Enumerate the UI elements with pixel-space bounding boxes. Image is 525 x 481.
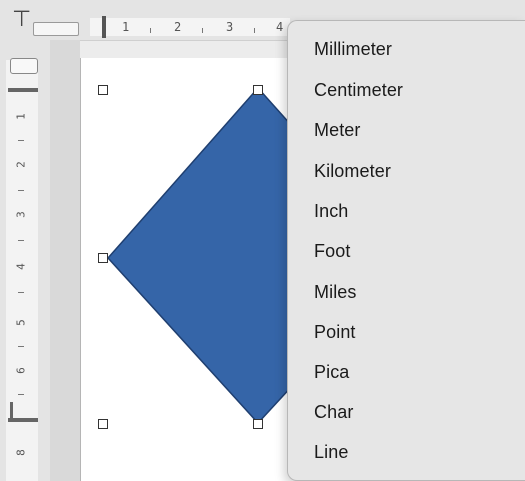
menu-item-line[interactable]: Line: [314, 439, 348, 465]
menu-item-miles[interactable]: Miles: [314, 279, 357, 305]
ruler-tick: [202, 28, 203, 33]
ruler-number: 2: [14, 161, 28, 168]
menu-item-point[interactable]: Point: [314, 319, 356, 345]
menu-item-pica[interactable]: Pica: [314, 359, 349, 385]
ruler-number: 6: [14, 367, 28, 374]
menu-item-foot[interactable]: Foot: [314, 238, 350, 264]
ruler-tick: [18, 190, 24, 191]
ruler-number: 1: [122, 20, 130, 34]
menu-item-char[interactable]: Char: [314, 399, 353, 425]
ruler-tick: [150, 28, 151, 33]
unit-dropdown-menu[interactable]: Millimeter Centimeter Meter Kilometer In…: [287, 20, 525, 481]
tab-stop-icon[interactable]: ⊤: [12, 9, 31, 31]
ruler-number: 3: [226, 20, 234, 34]
ruler-number: 2: [174, 20, 182, 34]
ruler-tick: [18, 346, 24, 347]
resize-handle-middle-left[interactable]: [98, 253, 108, 263]
margin-marker[interactable]: [8, 88, 38, 92]
ruler-tick: [18, 140, 24, 141]
ruler-number: 4: [276, 20, 284, 34]
ruler-tick: [254, 28, 255, 33]
ruler-number: 8: [14, 449, 28, 456]
resize-handle-bottom-center[interactable]: [253, 419, 263, 429]
resize-handle-top-left[interactable]: [98, 85, 108, 95]
indent-marker[interactable]: [33, 22, 79, 36]
ruler-number: 5: [14, 319, 28, 326]
ruler-number: 4: [14, 263, 28, 270]
ruler-number: 3: [14, 211, 28, 218]
ruler-tick: [18, 240, 24, 241]
margin-marker[interactable]: [102, 16, 106, 38]
top-margin-handle[interactable]: [10, 58, 38, 74]
ruler-strip: [90, 18, 290, 36]
ruler-number: 1: [14, 113, 28, 120]
menu-item-centimeter[interactable]: Centimeter: [314, 77, 403, 103]
canvas-background: [50, 40, 80, 481]
ruler-tick: [18, 292, 24, 293]
margin-marker[interactable]: [8, 418, 38, 422]
margin-arrow-icon: [10, 402, 13, 418]
menu-item-millimeter[interactable]: Millimeter: [314, 36, 392, 62]
menu-item-inch[interactable]: Inch: [314, 198, 348, 224]
resize-handle-top-center[interactable]: [253, 85, 263, 95]
menu-item-meter[interactable]: Meter: [314, 117, 361, 143]
resize-handle-bottom-left[interactable]: [98, 419, 108, 429]
menu-item-kilometer[interactable]: Kilometer: [314, 158, 391, 184]
ruler-tick: [18, 394, 24, 395]
